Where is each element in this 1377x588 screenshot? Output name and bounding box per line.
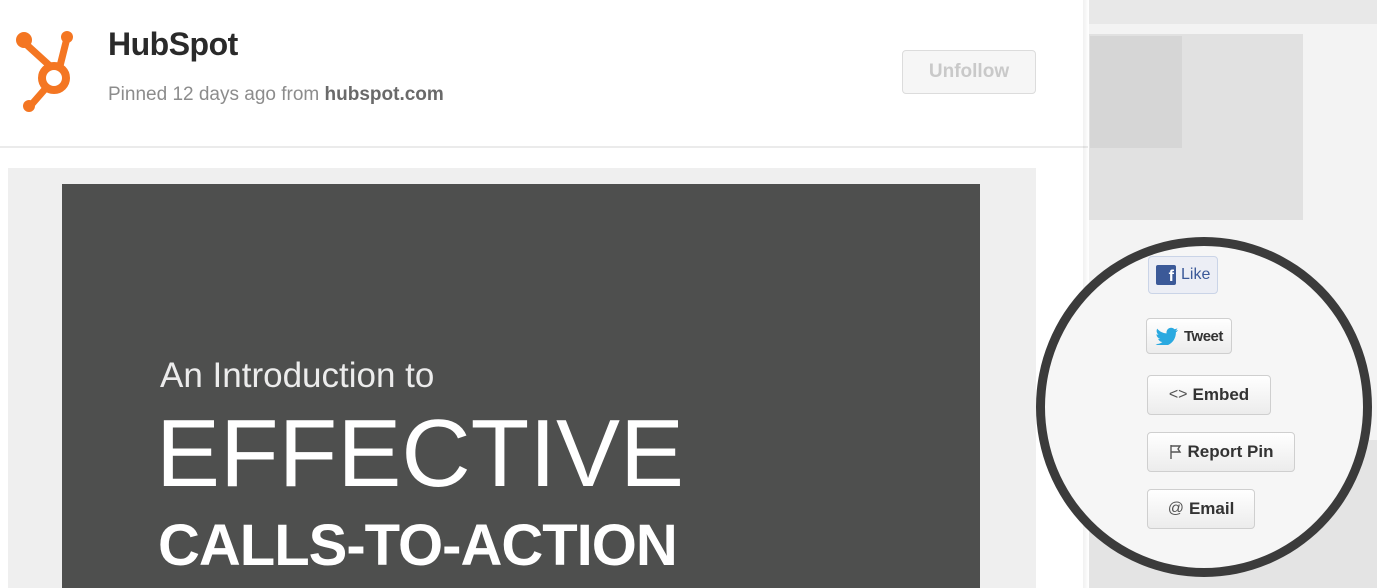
header-divider (0, 146, 1088, 148)
pin-image-line3: CALLS-TO-ACTION (158, 513, 678, 578)
pin-image-line2: EFFECTIVE (156, 400, 685, 507)
email-button[interactable]: @ Email (1147, 489, 1255, 529)
hubspot-logo-icon[interactable] (14, 28, 84, 112)
like-label: Like (1181, 266, 1211, 283)
unfollow-button[interactable]: Unfollow (902, 50, 1036, 94)
pin-meta: Pinned 12 days ago from hubspot.com (108, 84, 444, 106)
side-thumbnail-inner (1090, 36, 1182, 148)
facebook-like-button[interactable]: f Like (1148, 256, 1219, 294)
pin-image-line1: An Introduction to (160, 356, 435, 395)
code-brackets-icon: <> (1168, 386, 1188, 403)
report-pin-label: Report Pin (1187, 442, 1274, 461)
tweet-button[interactable]: Tweet (1146, 318, 1232, 354)
tweet-label: Tweet (1184, 327, 1223, 345)
embed-button[interactable]: <> Embed (1147, 375, 1271, 415)
embed-label: Embed (1192, 385, 1250, 404)
twitter-bird-icon (1155, 327, 1178, 345)
flag-icon (1169, 445, 1181, 459)
report-pin-button[interactable]: Report Pin (1147, 432, 1295, 472)
email-label: Email (1188, 499, 1235, 518)
author-name[interactable]: HubSpot (108, 26, 238, 63)
pin-card: HubSpot Pinned 12 days ago from hubspot.… (0, 0, 1088, 588)
pin-meta-prefix: Pinned 12 days ago from (108, 84, 320, 105)
side-panel-stripe (1089, 0, 1377, 24)
pin-source-link[interactable]: hubspot.com (325, 84, 444, 105)
pin-image[interactable]: An Introduction to EFFECTIVE CALLS-TO-AC… (62, 184, 980, 588)
facebook-icon: f (1156, 265, 1176, 285)
at-sign-icon: @ (1167, 500, 1184, 517)
